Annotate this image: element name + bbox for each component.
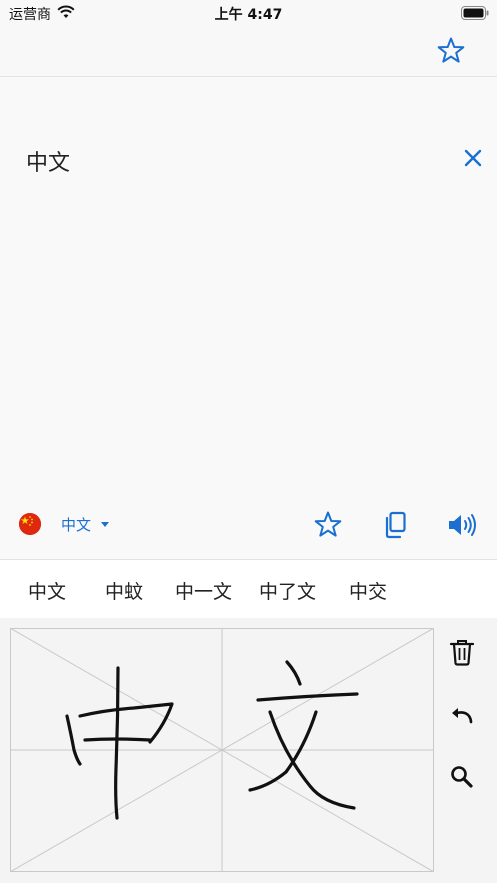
trash-icon [449, 640, 475, 666]
candidate-item[interactable]: 中蚊 [105, 577, 143, 604]
candidate-item[interactable]: 中交 [349, 577, 387, 604]
china-flag-icon [19, 513, 41, 535]
handwriting-pad[interactable] [9, 627, 435, 873]
nav-bar [0, 26, 497, 77]
delete-button[interactable] [449, 638, 475, 666]
copy-icon [385, 511, 406, 539]
search-icon [451, 766, 473, 788]
input-panel[interactable]: 中文 中文 [0, 77, 497, 560]
clear-button[interactable] [461, 146, 485, 170]
search-button[interactable] [449, 764, 475, 790]
speak-button[interactable] [447, 510, 477, 540]
star-icon [314, 511, 342, 537]
candidate-item[interactable]: 中文 [28, 577, 66, 604]
handwriting-area [0, 618, 497, 883]
speaker-icon [449, 514, 476, 536]
candidate-item[interactable]: 中一文 [175, 577, 232, 604]
candidate-item[interactable]: 中了文 [259, 577, 316, 604]
status-bar: 运营商 上午 4:47 [0, 0, 497, 26]
language-selector[interactable]: 中文 [61, 514, 110, 535]
copy-button[interactable] [381, 510, 411, 540]
chevron-down-icon [101, 522, 110, 527]
battery-icon [461, 5, 489, 24]
star-icon [437, 37, 465, 63]
add-favorite-button[interactable] [313, 510, 343, 540]
undo-icon [452, 708, 473, 724]
candidate-bar: 中文 中蚊 中一文 中了文 中交 [0, 560, 497, 618]
favorites-button[interactable] [436, 36, 466, 66]
close-icon [464, 149, 482, 167]
clock: 上午 4:47 [214, 7, 283, 23]
undo-button[interactable] [449, 703, 475, 729]
input-text[interactable]: 中文 [26, 145, 70, 177]
language-label: 中文 [61, 516, 92, 534]
